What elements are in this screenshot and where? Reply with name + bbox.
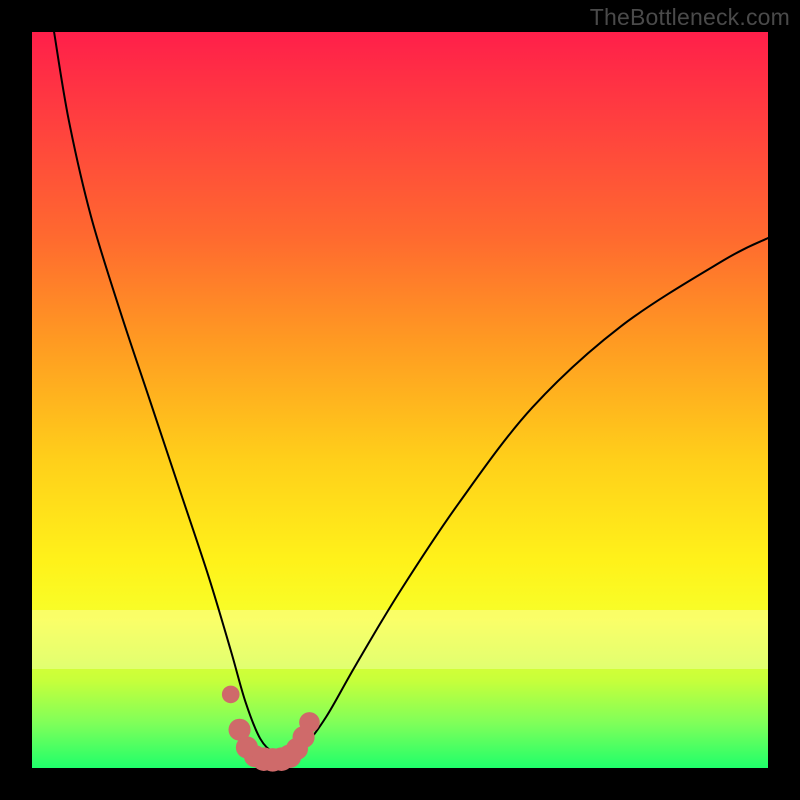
- bottleneck-curve: [54, 32, 768, 755]
- highlight-dot: [222, 686, 240, 704]
- highlight-dots-group: [222, 686, 320, 772]
- watermark-text: TheBottleneck.com: [590, 4, 790, 31]
- highlight-dot: [299, 712, 320, 733]
- chart-frame: TheBottleneck.com: [0, 0, 800, 800]
- curve-svg: [32, 32, 768, 768]
- plot-area: [32, 32, 768, 768]
